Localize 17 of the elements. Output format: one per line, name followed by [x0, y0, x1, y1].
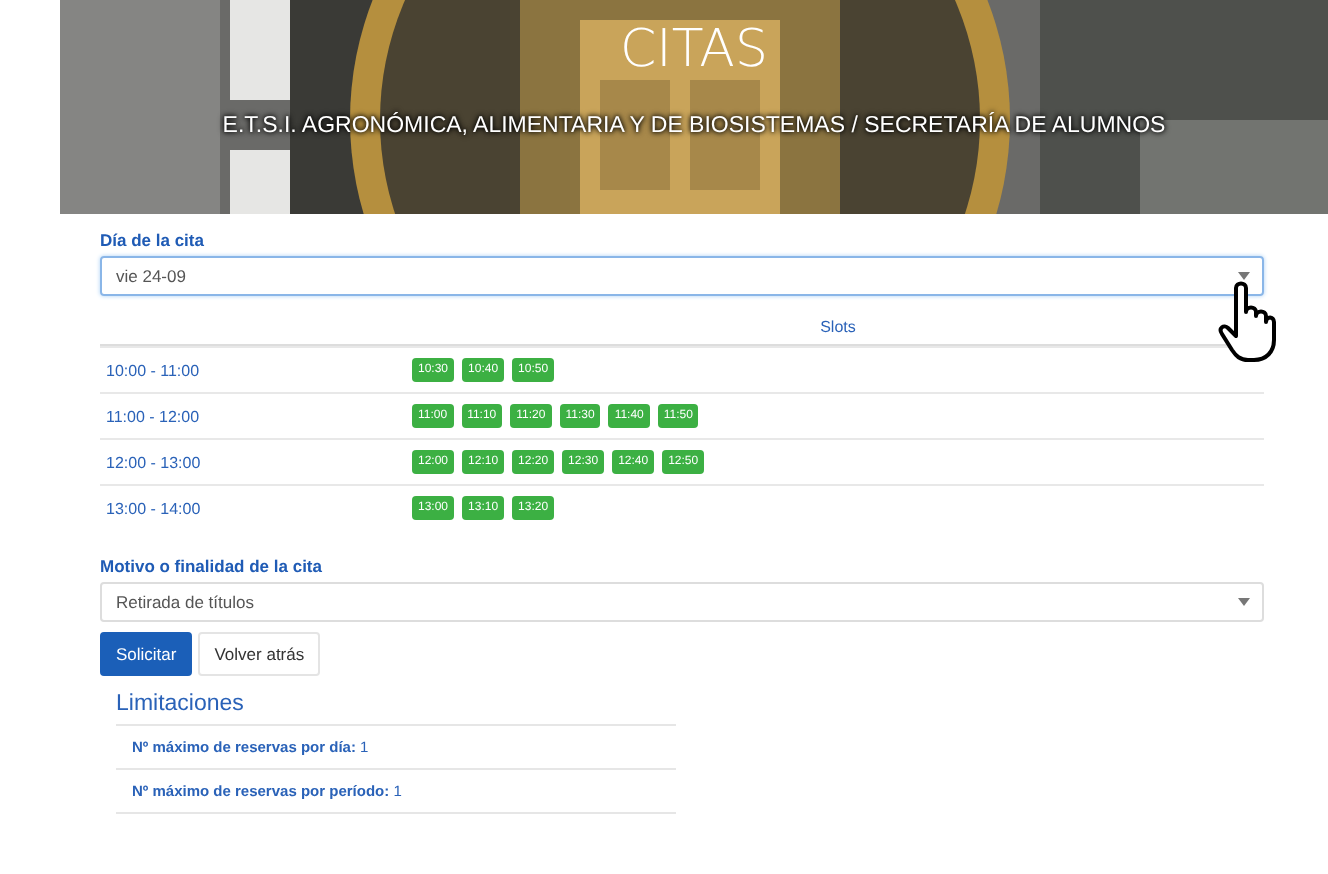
time-range: 10:00 - 11:00	[104, 361, 202, 379]
chevron-icon	[1238, 272, 1250, 280]
dropdown-field[interactable]: vie 24-09	[100, 256, 1264, 296]
back-button[interactable]: Volver atrás	[198, 632, 321, 676]
chevron-icon	[1238, 598, 1250, 606]
section-title: Limitaciones	[116, 692, 676, 726]
hand-cursor-icon	[1218, 280, 1278, 364]
breadcrumb: E.T.S.I. AGRONÓMICA, ALIMENTARIA Y DE BIOSISTEMAS / SECRETARÍA DE ALUMNOS	[220, 114, 1168, 138]
page-title: CITAS	[618, 20, 770, 80]
field-label: Día de la cita	[100, 230, 204, 250]
time-range: 11:00 - 12:00	[104, 407, 202, 425]
dropdown-field[interactable]: Retirada de títulos	[100, 582, 1264, 622]
time-range: 13:00 - 14:00	[104, 499, 203, 517]
time-range: 12:00 - 13:00	[104, 453, 203, 471]
column-header: Slots	[818, 317, 858, 335]
submit-button[interactable]: Solicitar	[100, 632, 193, 676]
field-label: Motivo o finalidad de la cita	[100, 556, 322, 576]
